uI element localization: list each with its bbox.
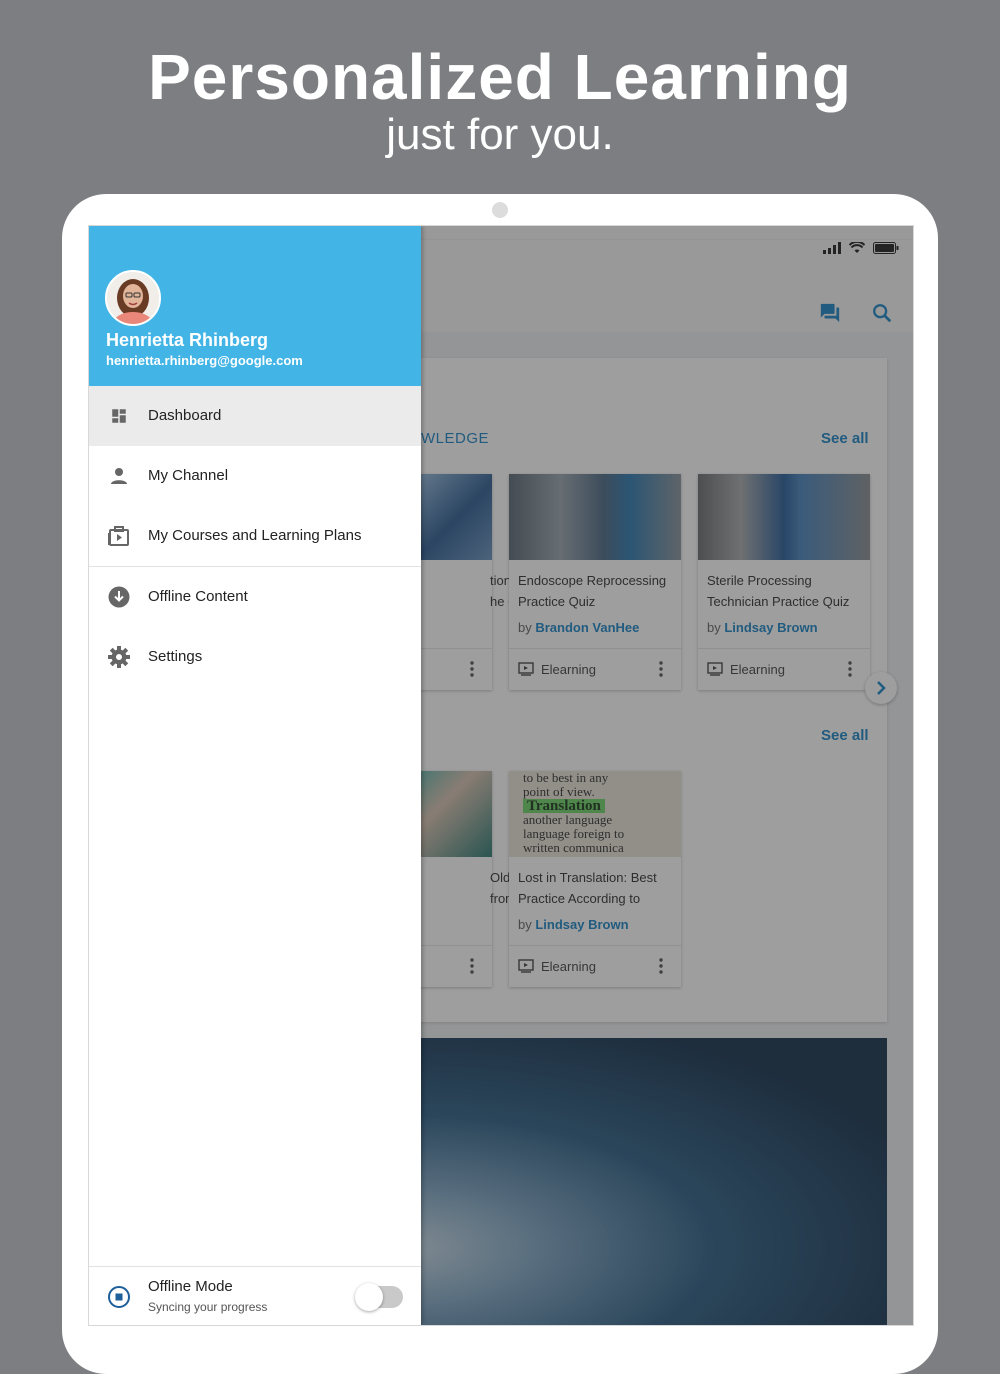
- courses-icon: [108, 526, 129, 546]
- nav-item-my-courses[interactable]: My Courses and Learning Plans: [89, 506, 421, 566]
- navigation-drawer: Henrietta Rhinberg henrietta.rhinberg@go…: [89, 226, 421, 1325]
- avatar[interactable]: [105, 270, 161, 326]
- person-icon: [111, 468, 127, 484]
- promo-subline: just for you.: [386, 110, 614, 159]
- tablet-camera: [492, 202, 508, 218]
- nav-item-label: Offline Content: [148, 588, 248, 605]
- offline-mode-toggle-knob[interactable]: [355, 1283, 383, 1311]
- download-circle-icon: [108, 586, 130, 608]
- nav-item-offline-content[interactable]: Offline Content: [89, 567, 421, 627]
- offline-mode-label: Offline Mode: [148, 1278, 233, 1295]
- nav-item-dashboard[interactable]: Dashboard: [89, 386, 421, 446]
- sync-status-icon: [108, 1286, 130, 1308]
- nav-item-label: Dashboard: [148, 407, 222, 424]
- app-screen: WLEDGE See all See all tion in he Chain …: [88, 225, 914, 1326]
- dashboard-icon: [112, 409, 126, 423]
- nav-item-label: Settings: [148, 648, 203, 665]
- nav-item-my-channel[interactable]: My Channel: [89, 446, 421, 506]
- user-name: Henrietta Rhinberg: [106, 330, 269, 350]
- nav-item-label: My Courses and Learning Plans: [148, 527, 362, 544]
- promo-headline: Personalized Learning: [148, 41, 852, 113]
- nav-item-label: My Channel: [148, 467, 229, 484]
- drawer-header: Henrietta Rhinberg henrietta.rhinberg@go…: [89, 226, 421, 386]
- nav-item-settings[interactable]: Settings: [89, 627, 421, 687]
- gear-icon: [108, 646, 130, 668]
- offline-mode-row: Offline Mode Syncing your progress: [89, 1266, 421, 1325]
- user-email: henrietta.rhinberg@google.com: [106, 353, 303, 368]
- offline-mode-sublabel: Syncing your progress: [148, 1300, 268, 1314]
